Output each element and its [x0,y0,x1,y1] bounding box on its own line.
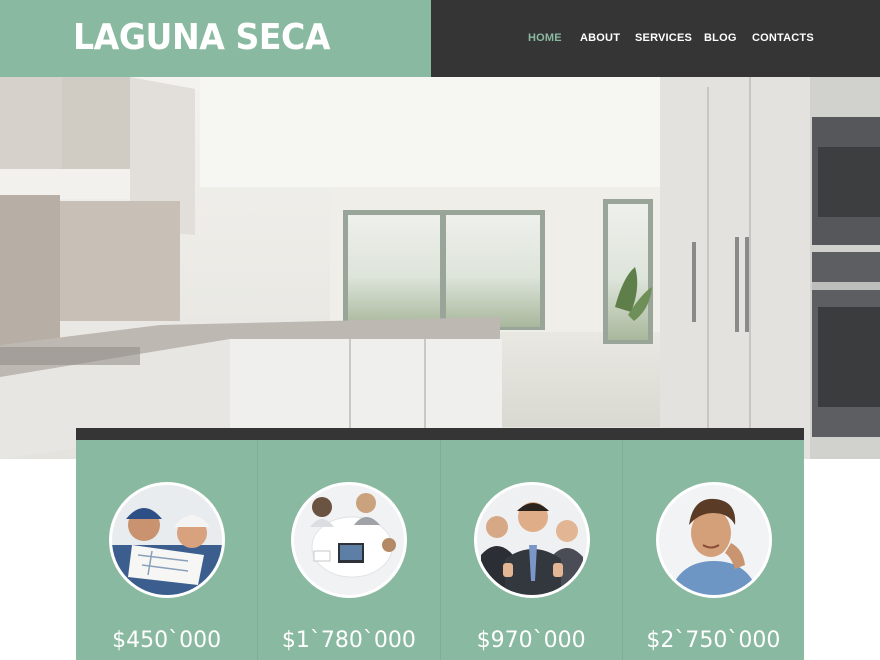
listing-card[interactable]: $2`750`000 [623,440,804,660]
header-brand-panel: LAGUNA SECA [0,0,431,77]
main-nav: HOME ABOUT SERVICES BLOG CONTACTS [431,0,880,77]
listing-photo-man[interactable] [655,482,772,598]
site-title[interactable]: LAGUNA SECA [73,17,331,58]
listing-price: $450`000 [112,628,222,653]
nav-about[interactable]: ABOUT [580,32,620,44]
listing-card[interactable]: $1`780`000 [258,440,441,660]
listing-top-bar [76,428,804,440]
listing-photo-meeting[interactable] [291,482,408,598]
listing-price: $970`000 [476,628,586,653]
nav-services[interactable]: SERVICES [635,32,692,44]
listing-photo-team[interactable] [473,482,590,598]
nav-contacts[interactable]: CONTACTS [752,32,814,44]
header-nav-panel: HOME ABOUT SERVICES BLOG CONTACTS [431,0,880,77]
listing-price: $1`780`000 [281,628,416,653]
nav-home[interactable]: HOME [528,32,562,44]
listing-card[interactable]: $970`000 [441,440,623,660]
listing-price: $2`750`000 [646,628,781,653]
listing-photo-engineers[interactable] [109,482,225,598]
hero-kitchen-image [0,77,880,459]
listings-section: $450`000 $1`780`000 $970`000 $2`750`000 [76,440,804,660]
nav-blog[interactable]: BLOG [704,32,737,44]
listing-card[interactable]: $450`000 [76,440,259,660]
